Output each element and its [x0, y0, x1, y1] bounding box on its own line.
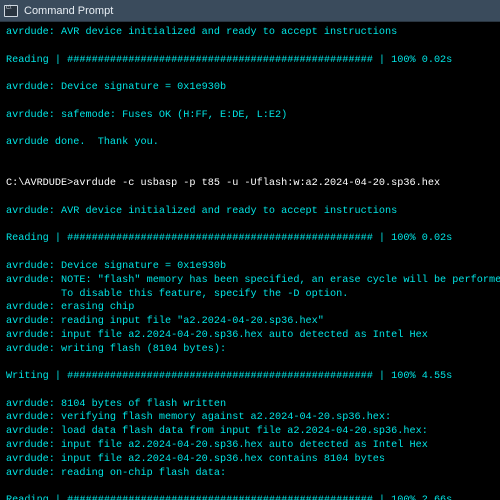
window-title: Command Prompt [24, 5, 496, 17]
terminal-line: avrdude: Device signature = 0x1e930b [6, 81, 494, 95]
terminal-line: avrdude: safemode: Fuses OK (H:FF, E:DE,… [6, 109, 494, 123]
terminal-line: avrdude: Device signature = 0x1e930b [6, 260, 494, 274]
terminal-line [6, 150, 494, 164]
titlebar[interactable]: Command Prompt [0, 0, 500, 22]
terminal-line: Reading | ##############################… [6, 494, 494, 500]
terminal-line: avrdude: reading input file "a2.2024-04-… [6, 315, 494, 329]
terminal-line [6, 219, 494, 233]
terminal-line [6, 164, 494, 178]
terminal-line: Writing | ##############################… [6, 370, 494, 384]
terminal-line [6, 384, 494, 398]
terminal-line: avrdude: load data flash data from input… [6, 425, 494, 439]
terminal-line: Reading | ##############################… [6, 54, 494, 68]
terminal-line [6, 191, 494, 205]
command-prompt-icon [4, 5, 18, 17]
terminal-output[interactable]: avrdude: AVR device initialized and read… [0, 22, 500, 500]
terminal-line: avrdude: 8104 bytes of flash written [6, 398, 494, 412]
terminal-line: avrdude: erasing chip [6, 301, 494, 315]
terminal-line: avrdude: input file a2.2024-04-20.sp36.h… [6, 439, 494, 453]
terminal-line: avrdude: input file a2.2024-04-20.sp36.h… [6, 329, 494, 343]
terminal-line: avrdude: AVR device initialized and read… [6, 26, 494, 40]
terminal-line [6, 480, 494, 494]
terminal-line [6, 122, 494, 136]
terminal-line: avrdude: NOTE: "flash" memory has been s… [6, 274, 494, 288]
terminal-line: avrdude: writing flash (8104 bytes): [6, 343, 494, 357]
terminal-line: avrdude: reading on-chip flash data: [6, 467, 494, 481]
terminal-line [6, 95, 494, 109]
terminal-line [6, 356, 494, 370]
terminal-line [6, 246, 494, 260]
terminal-line [6, 67, 494, 81]
window: Command Prompt avrdude: AVR device initi… [0, 0, 500, 500]
terminal-line: avrdude: verifying flash memory against … [6, 411, 494, 425]
terminal-line: avrdude: input file a2.2024-04-20.sp36.h… [6, 453, 494, 467]
terminal-line: C:\AVRDUDE>avrdude -c usbasp -p t85 -u -… [6, 177, 494, 191]
terminal-line: avrdude: AVR device initialized and read… [6, 205, 494, 219]
terminal-line: To disable this feature, specify the -D … [6, 288, 494, 302]
terminal-line: Reading | ##############################… [6, 232, 494, 246]
terminal-line: avrdude done. Thank you. [6, 136, 494, 150]
terminal-line [6, 40, 494, 54]
